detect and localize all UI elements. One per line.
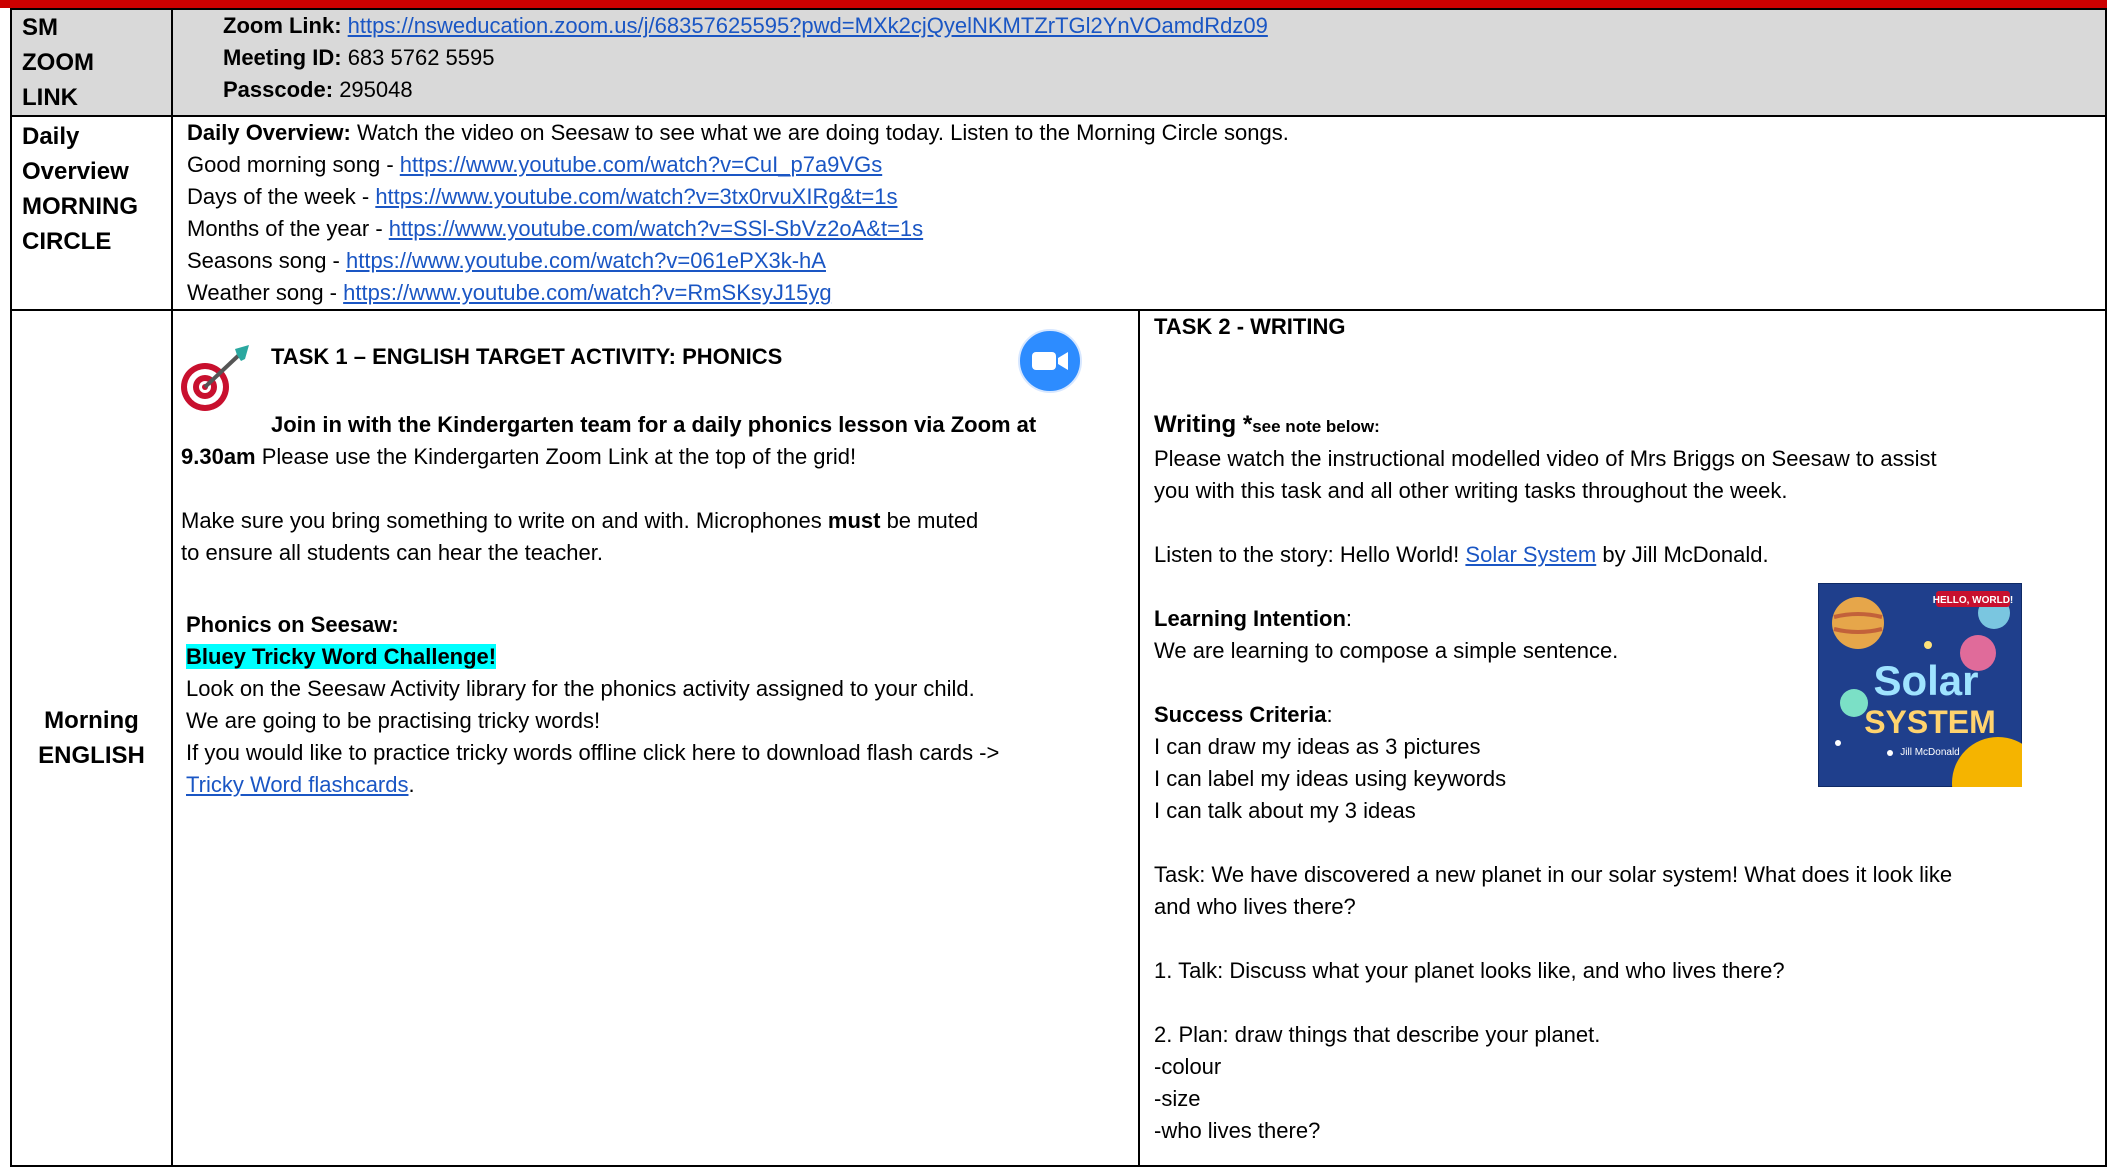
step-plan: 2. Plan: draw things that describe your … xyxy=(1154,1022,1601,1047)
label-line: LINK xyxy=(22,84,78,111)
bring-text-c: to ensure all students can hear the teac… xyxy=(181,540,603,565)
label-line: ZOOM xyxy=(22,49,94,76)
zoom-link[interactable]: https://nsweducation.zoom.us/j/683576255… xyxy=(348,13,1268,38)
flashcards-period: . xyxy=(408,772,415,797)
song-link[interactable]: https://www.youtube.com/watch?v=3tx0rvuX… xyxy=(375,184,897,209)
song-name: Months of the year - xyxy=(187,216,389,241)
label-line: SM xyxy=(22,14,58,41)
zoom-link-line: Zoom Link: https://nsweducation.zoom.us/… xyxy=(223,10,2105,42)
song-name: Weather song - xyxy=(187,280,344,305)
english-row: Morning ENGLISH TASK 1 – ENGLISH TARGET … xyxy=(10,309,2107,1167)
meeting-id-label: Meeting ID: xyxy=(223,45,342,70)
label-line: MORNING xyxy=(22,193,138,220)
sc-colon: : xyxy=(1326,702,1333,727)
song-line: Days of the week - https://www.youtube.c… xyxy=(187,181,2105,213)
song-link[interactable]: https://www.youtube.com/watch?v=CuI_p7a9… xyxy=(400,152,882,177)
label-line: Overview xyxy=(22,158,129,185)
song-line: Weather song - https://www.youtube.com/w… xyxy=(187,277,2105,309)
plan-item: -colour xyxy=(1154,1054,1222,1079)
learning-intention-label: Learning Intention xyxy=(1154,606,1346,631)
must-text: must xyxy=(827,508,881,533)
label-line: ENGLISH xyxy=(38,742,145,769)
writing-label: Writing * xyxy=(1154,411,1253,438)
task2-cell: TASK 2 - WRITING Writing *see note below… xyxy=(1137,309,2107,1167)
writing-note: see note below: xyxy=(1252,417,1380,436)
bring-text-b: be muted xyxy=(880,508,979,533)
solar-system-link[interactable]: Solar System xyxy=(1465,542,1596,567)
book-author: Jill McDonald xyxy=(1900,747,1959,758)
book-series: HELLO, WORLD! xyxy=(1933,595,2014,606)
zoom-link-label: Zoom Link: xyxy=(223,13,342,38)
target-icon xyxy=(181,345,249,411)
meeting-id-value: 683 5762 5595 xyxy=(347,45,495,70)
label-line: CIRCLE xyxy=(22,228,112,255)
passcode-label: Passcode: xyxy=(223,77,334,102)
song-link[interactable]: https://www.youtube.com/watch?v=SSl-SbVz… xyxy=(389,216,923,241)
task1-body: Join in with the Kindergarten team for a… xyxy=(181,409,1081,801)
phonics-heading: Phonics on Seesaw: xyxy=(186,612,399,637)
overview-row-label: Daily Overview MORNING CIRCLE xyxy=(10,115,173,311)
overview-intro-label: Daily Overview: xyxy=(187,120,351,145)
song-line: Months of the year - https://www.youtube… xyxy=(187,213,2105,245)
flashcards-link[interactable]: Tricky Word flashcards xyxy=(186,772,409,797)
story-text: Listen to the story: Hello World! xyxy=(1154,542,1466,567)
timetable-grid: SM ZOOM LINK Zoom Link: https://nsweduca… xyxy=(10,8,2107,1167)
song-line: Seasons song - https://www.youtube.com/w… xyxy=(187,245,2105,277)
zoom-video-icon[interactable] xyxy=(1018,329,1082,393)
passcode-value: 295048 xyxy=(339,77,413,102)
plan-item: -size xyxy=(1154,1086,1201,1111)
book-title-b: SYSTEM xyxy=(1864,704,1996,740)
song-name: Days of the week - xyxy=(187,184,376,209)
song-name: Good morning song - xyxy=(187,152,400,177)
join-text: Join in with the Kindergarten team for a… xyxy=(271,412,1037,437)
practising-text: We are going to be practising tricky wor… xyxy=(186,708,601,733)
meeting-id-line: Meeting ID: 683 5762 5595 xyxy=(223,42,2105,74)
label-line: Daily xyxy=(22,123,80,150)
bring-text: Make sure you bring something to write o… xyxy=(181,508,828,533)
step-talk: 1. Talk: Discuss what your planet looks … xyxy=(1154,958,1785,983)
lesson-time: 9.30am xyxy=(181,444,256,469)
overview-row: Daily Overview MORNING CIRCLE Daily Over… xyxy=(10,115,2107,311)
song-line: Good morning song - https://www.youtube.… xyxy=(187,149,2105,181)
story-author: by Jill McDonald. xyxy=(1596,542,1769,567)
zoom-row-label: SM ZOOM LINK xyxy=(10,8,173,117)
task-text: Task: We have discovered a new planet in… xyxy=(1154,862,1953,887)
zoom-details: Zoom Link: https://nsweducation.zoom.us/… xyxy=(170,8,2107,117)
task2-heading: TASK 2 - WRITING xyxy=(1154,314,1346,339)
overview-intro: Daily Overview: Watch the video on Seesa… xyxy=(187,117,2105,149)
join-rest: Please use the Kindergarten Zoom Link at… xyxy=(255,444,857,469)
offline-text: If you would like to practice tricky wor… xyxy=(186,740,1000,765)
passcode-line: Passcode: 295048 xyxy=(223,74,2105,106)
top-red-bar xyxy=(0,0,2107,8)
song-link[interactable]: https://www.youtube.com/watch?v=RmSKsyJ1… xyxy=(343,280,832,305)
overview-intro-text: Watch the video on Seesaw to see what we… xyxy=(350,120,1289,145)
li-colon: : xyxy=(1345,606,1353,631)
song-name: Seasons song - xyxy=(187,248,346,273)
task1-cell: TASK 1 – ENGLISH TARGET ACTIVITY: PHONIC… xyxy=(171,309,1140,1167)
watch-text: Please watch the instructional modelled … xyxy=(1154,446,1937,471)
english-row-label: Morning ENGLISH xyxy=(10,309,173,1167)
challenge-highlight: Bluey Tricky Word Challenge! xyxy=(186,644,497,669)
look-text: Look on the Seesaw Activity library for … xyxy=(186,676,975,701)
song-link[interactable]: https://www.youtube.com/watch?v=061ePX3k… xyxy=(346,248,826,273)
success-criteria-item: I can talk about my 3 ideas xyxy=(1154,798,1416,823)
success-criteria-label: Success Criteria xyxy=(1154,702,1327,727)
task1-heading: TASK 1 – ENGLISH TARGET ACTIVITY: PHONIC… xyxy=(271,344,783,369)
book-title-a: Solar xyxy=(1873,657,1978,704)
plan-item: -who lives there? xyxy=(1154,1118,1321,1143)
watch-text-b: you with this task and all other writing… xyxy=(1154,478,1788,503)
zoom-row: SM ZOOM LINK Zoom Link: https://nsweduca… xyxy=(10,8,2107,117)
task-text-b: and who lives there? xyxy=(1154,894,1356,919)
label-line: Morning xyxy=(44,707,139,734)
solar-system-book-cover: HELLO, WORLD! Solar SYSTEM Jill McDonald xyxy=(1818,583,2022,787)
overview-content: Daily Overview: Watch the video on Seesa… xyxy=(170,115,2107,311)
